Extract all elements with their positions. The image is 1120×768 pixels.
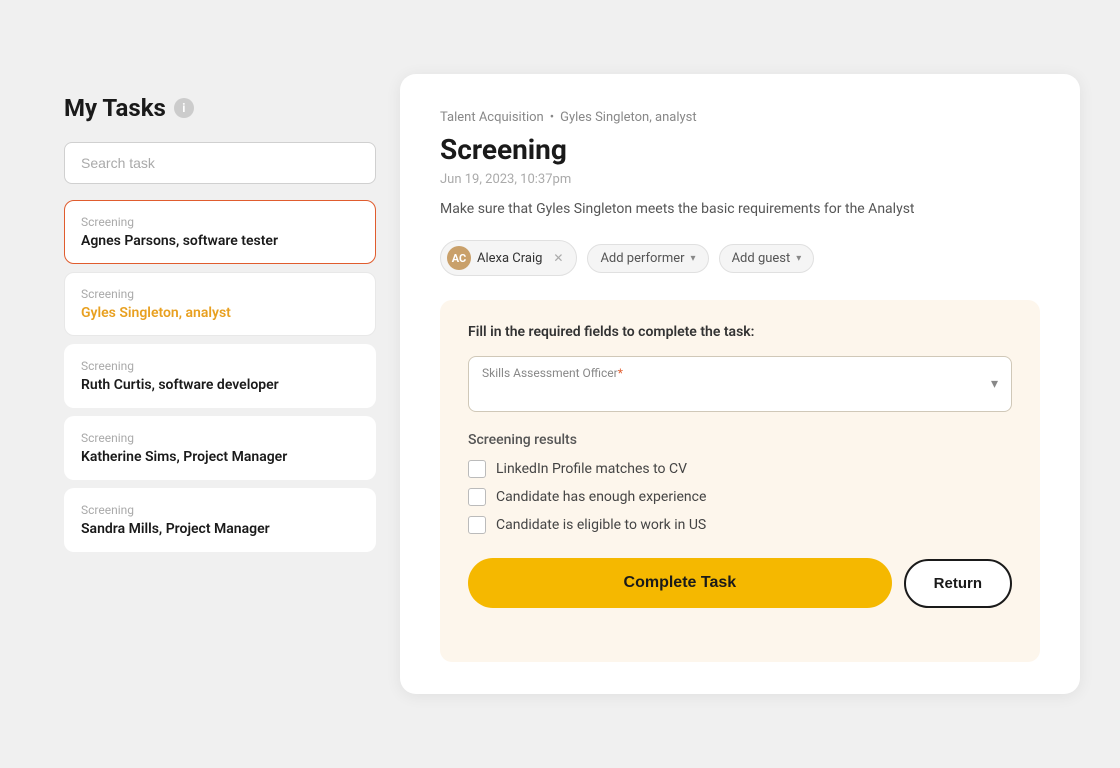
add-guest-label: Add guest — [732, 251, 791, 266]
task-card[interactable]: Screening Ruth Curtis, software developer — [64, 344, 376, 408]
task-card-label: Screening — [81, 359, 359, 373]
checkbox-label: LinkedIn Profile matches to CV — [496, 461, 687, 477]
skills-field-group: Skills Assessment Officer* ▾ — [468, 356, 1012, 412]
complete-task-button[interactable]: Complete Task — [468, 558, 892, 608]
performer-chip: AC Alexa Craig ✕ — [440, 240, 577, 276]
performers-row: AC Alexa Craig ✕ Add performer ▾ Add gue… — [440, 240, 1040, 276]
checkbox-list: LinkedIn Profile matches to CV Candidate … — [468, 460, 1012, 534]
task-card[interactable]: Screening Sandra Mills, Project Manager — [64, 488, 376, 552]
task-card-name: Sandra Mills, Project Manager — [81, 521, 359, 537]
breadcrumb-part1: Talent Acquisition — [440, 110, 544, 125]
task-card-label: Screening — [81, 431, 359, 445]
task-card[interactable]: Screening Gyles Singleton, analyst — [64, 272, 376, 336]
screening-results-label: Screening results — [468, 432, 1012, 448]
remove-performer-button[interactable]: ✕ — [550, 250, 566, 266]
checkbox-box — [468, 488, 486, 506]
task-card[interactable]: Screening Agnes Parsons, software tester — [64, 200, 376, 264]
task-description: Make sure that Gyles Singleton meets the… — [440, 199, 1040, 220]
info-icon[interactable]: i — [174, 98, 194, 118]
action-row: Complete Task Return — [468, 558, 1012, 608]
search-input[interactable] — [64, 142, 376, 184]
task-card-label: Screening — [81, 287, 359, 301]
breadcrumb: Talent Acquisition • Gyles Singleton, an… — [440, 110, 1040, 125]
task-list: ScreeningAgnes Parsons, software testerS… — [64, 200, 376, 552]
chevron-down-icon: ▾ — [796, 253, 801, 264]
checkbox-item[interactable]: LinkedIn Profile matches to CV — [468, 460, 1012, 478]
breadcrumb-separator: • — [550, 110, 554, 125]
task-card-label: Screening — [81, 503, 359, 517]
task-card-label: Screening — [81, 215, 359, 229]
add-performer-label: Add performer — [600, 251, 684, 266]
return-button[interactable]: Return — [904, 559, 1012, 608]
checkbox-box — [468, 460, 486, 478]
checkbox-item[interactable]: Candidate has enough experience — [468, 488, 1012, 506]
page-title: My Tasks — [64, 94, 166, 122]
right-panel: Talent Acquisition • Gyles Singleton, an… — [400, 74, 1080, 694]
breadcrumb-part2: Gyles Singleton, analyst — [560, 110, 697, 125]
task-title: Screening — [440, 133, 1040, 166]
checkbox-label: Candidate has enough experience — [496, 489, 706, 505]
checkbox-box — [468, 516, 486, 534]
task-card-name: Ruth Curtis, software developer — [81, 377, 359, 393]
task-date: Jun 19, 2023, 10:37pm — [440, 172, 1040, 187]
task-card[interactable]: Screening Katherine Sims, Project Manager — [64, 416, 376, 480]
skills-select-wrapper: Skills Assessment Officer* ▾ — [468, 356, 1012, 412]
checkbox-item[interactable]: Candidate is eligible to work in US — [468, 516, 1012, 534]
add-guest-button[interactable]: Add guest ▾ — [719, 244, 815, 273]
my-tasks-header: My Tasks i — [64, 94, 376, 122]
task-card-name: Agnes Parsons, software tester — [81, 233, 359, 249]
form-title: Fill in the required fields to complete … — [468, 324, 1012, 340]
add-performer-button[interactable]: Add performer ▾ — [587, 244, 708, 273]
left-panel: My Tasks i Screening Agnes Parsons, softw… — [40, 74, 400, 694]
task-card-name: Katherine Sims, Project Manager — [81, 449, 359, 465]
task-card-name: Gyles Singleton, analyst — [81, 305, 359, 321]
checkbox-label: Candidate is eligible to work in US — [496, 517, 706, 533]
avatar: AC — [447, 246, 471, 270]
form-area: Fill in the required fields to complete … — [440, 300, 1040, 662]
skills-assessment-select[interactable] — [468, 356, 1012, 412]
performer-name: Alexa Craig — [477, 251, 542, 266]
chevron-down-icon: ▾ — [691, 253, 696, 264]
